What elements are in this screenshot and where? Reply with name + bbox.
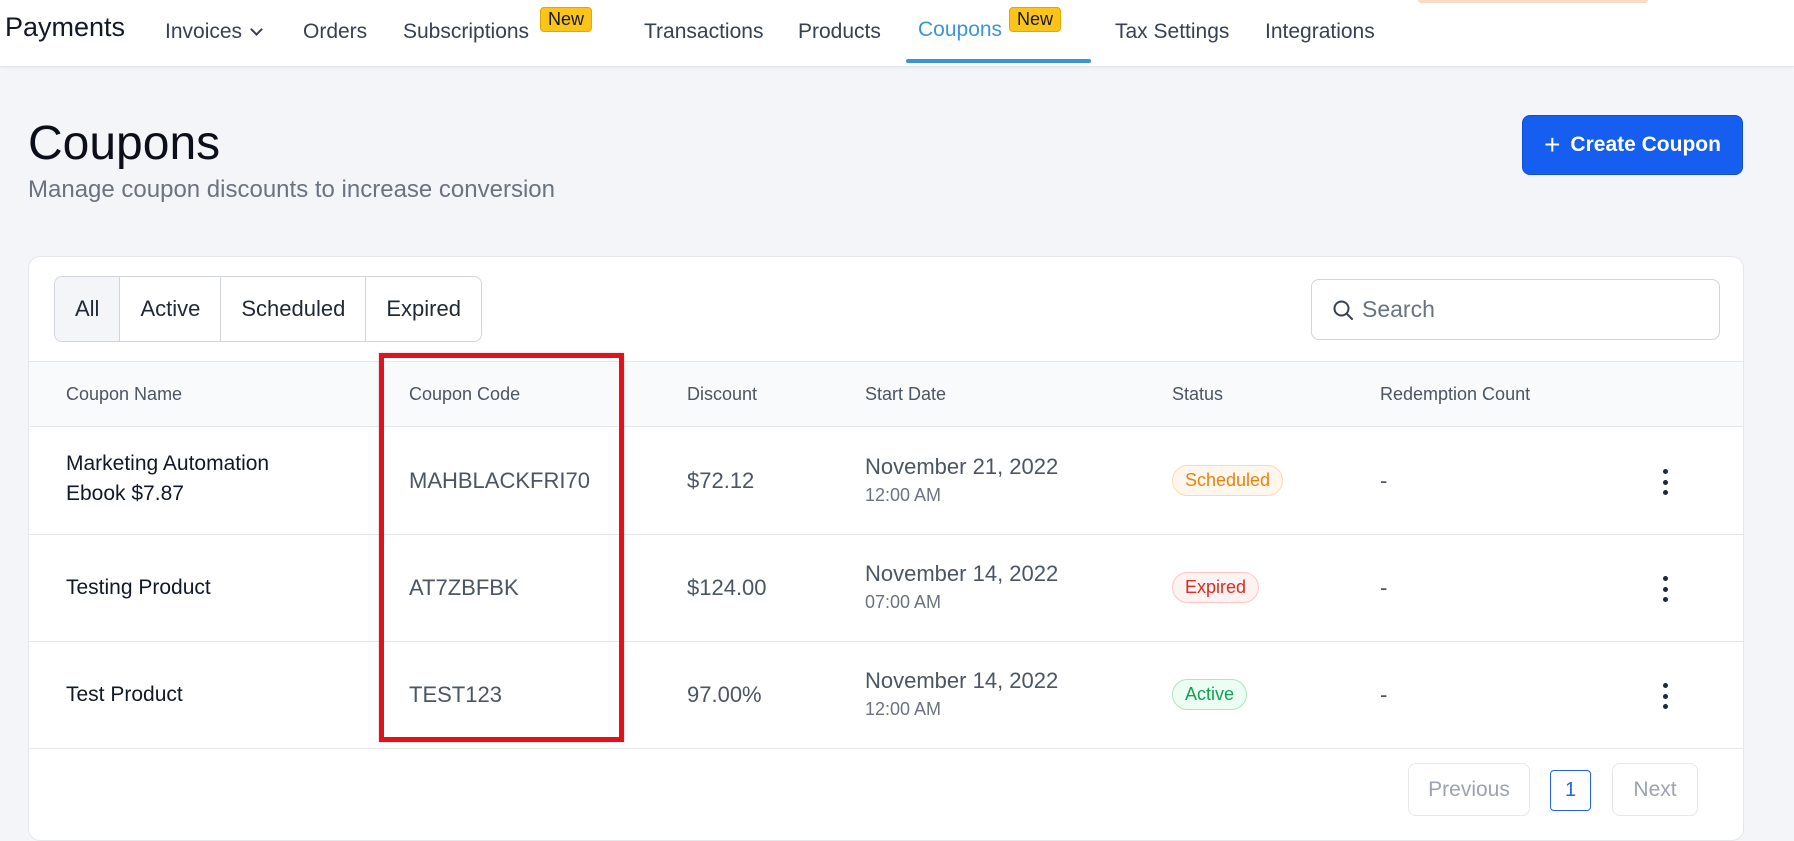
- filter-expired[interactable]: Expired: [366, 277, 481, 341]
- page-title: Coupons: [28, 117, 221, 170]
- column-header-start-date[interactable]: Start Date: [865, 384, 946, 405]
- coupon-discount: $124.00: [687, 575, 767, 600]
- column-header-coupon-code[interactable]: Coupon Code: [409, 384, 520, 405]
- nav-item-coupons[interactable]: Coupons: [918, 18, 1002, 42]
- previous-page-button[interactable]: Previous: [1408, 763, 1530, 816]
- more-options-icon[interactable]: [1660, 469, 1670, 495]
- plus-icon: +: [1544, 129, 1561, 160]
- coupon-code: TEST123: [409, 682, 502, 707]
- start-time: 07:00 AM: [865, 592, 942, 612]
- new-badge: New: [540, 7, 593, 32]
- start-time: 12:00 AM: [865, 485, 942, 505]
- new-badge: New: [1009, 7, 1062, 32]
- active-tab-indicator: [906, 59, 1091, 63]
- filter-scheduled[interactable]: Scheduled: [221, 277, 367, 341]
- column-header-status[interactable]: Status: [1172, 384, 1223, 405]
- coupon-name: Marketing Automation Ebook $7.87: [66, 449, 269, 509]
- filter-all[interactable]: All: [55, 277, 121, 341]
- coupon-code: MAHBLACKFRI70: [409, 468, 590, 493]
- search-box: [1311, 279, 1720, 340]
- nav-item-invoices[interactable]: Invoices: [165, 20, 263, 44]
- more-options-icon[interactable]: [1660, 683, 1670, 709]
- redemption-count: -: [1380, 468, 1388, 493]
- status-badge: Scheduled: [1172, 465, 1284, 496]
- coupon-code: AT7ZBFBK: [409, 575, 519, 600]
- column-header-redemption-count[interactable]: Redemption Count: [1380, 384, 1530, 405]
- column-header-coupon-name[interactable]: Coupon Name: [66, 384, 182, 405]
- coupon-discount: 97.00%: [687, 682, 762, 707]
- coupon-name-line: Marketing Automation: [66, 452, 270, 475]
- redemption-count: -: [1380, 575, 1388, 600]
- search-input[interactable]: [1362, 296, 1692, 323]
- filter-active[interactable]: Active: [120, 277, 222, 341]
- page-subtitle: Manage coupon discounts to increase conv…: [28, 176, 555, 203]
- start-date: November 14, 2022: [865, 668, 1059, 693]
- create-coupon-button[interactable]: + Create Coupon: [1522, 115, 1743, 175]
- coupon-name-line: Ebook $7.87: [66, 482, 184, 505]
- redemption-count: -: [1380, 682, 1388, 707]
- create-coupon-label: Create Coupon: [1570, 133, 1721, 156]
- search-icon: [1333, 300, 1353, 320]
- start-time: 12:00 AM: [865, 699, 942, 719]
- table-header: Coupon Name Coupon Code Discount Start D…: [29, 361, 1743, 427]
- table-row[interactable]: Marketing Automation Ebook $7.87 MAHBLAC…: [29, 427, 1743, 535]
- app-brand: Payments: [5, 12, 126, 42]
- nav-decoration: [1418, 0, 1648, 3]
- table-row[interactable]: Test Product TEST123 97.00% November 14,…: [29, 642, 1743, 749]
- status-badge: Expired: [1172, 572, 1260, 603]
- page-number-button[interactable]: 1: [1550, 770, 1591, 811]
- coupon-name: Test Product: [66, 680, 183, 710]
- nav-item-products[interactable]: Products: [798, 20, 881, 44]
- coupon-name: Testing Product: [66, 573, 211, 603]
- nav-item-transactions[interactable]: Transactions: [644, 20, 763, 44]
- nav-item-orders[interactable]: Orders: [303, 20, 367, 44]
- nav-item-tax-settings[interactable]: Tax Settings: [1115, 20, 1229, 44]
- more-options-icon[interactable]: [1660, 576, 1670, 602]
- coupon-discount: $72.12: [687, 468, 755, 493]
- coupon-name-line: Testing Product: [66, 576, 211, 599]
- start-date: November 14, 2022: [865, 561, 1059, 586]
- nav-item-integrations[interactable]: Integrations: [1265, 20, 1375, 44]
- nav-item-subscriptions[interactable]: Subscriptions: [403, 20, 529, 44]
- start-date: November 21, 2022: [865, 454, 1059, 479]
- coupons-card: All Active Scheduled Expired Coupon Name…: [28, 256, 1744, 841]
- coupon-name-line: Test Product: [66, 683, 183, 706]
- chevron-down-icon: [250, 23, 263, 36]
- table-row[interactable]: Testing Product AT7ZBFBK $124.00 Novembe…: [29, 535, 1743, 642]
- column-header-discount[interactable]: Discount: [687, 384, 757, 405]
- status-badge: Active: [1172, 679, 1248, 710]
- nav-item-label: Invoices: [165, 20, 243, 43]
- top-nav: Payments Invoices Orders Subscriptions N…: [0, 0, 1794, 67]
- next-page-button[interactable]: Next: [1612, 763, 1698, 816]
- status-filter-group: All Active Scheduled Expired: [54, 276, 482, 342]
